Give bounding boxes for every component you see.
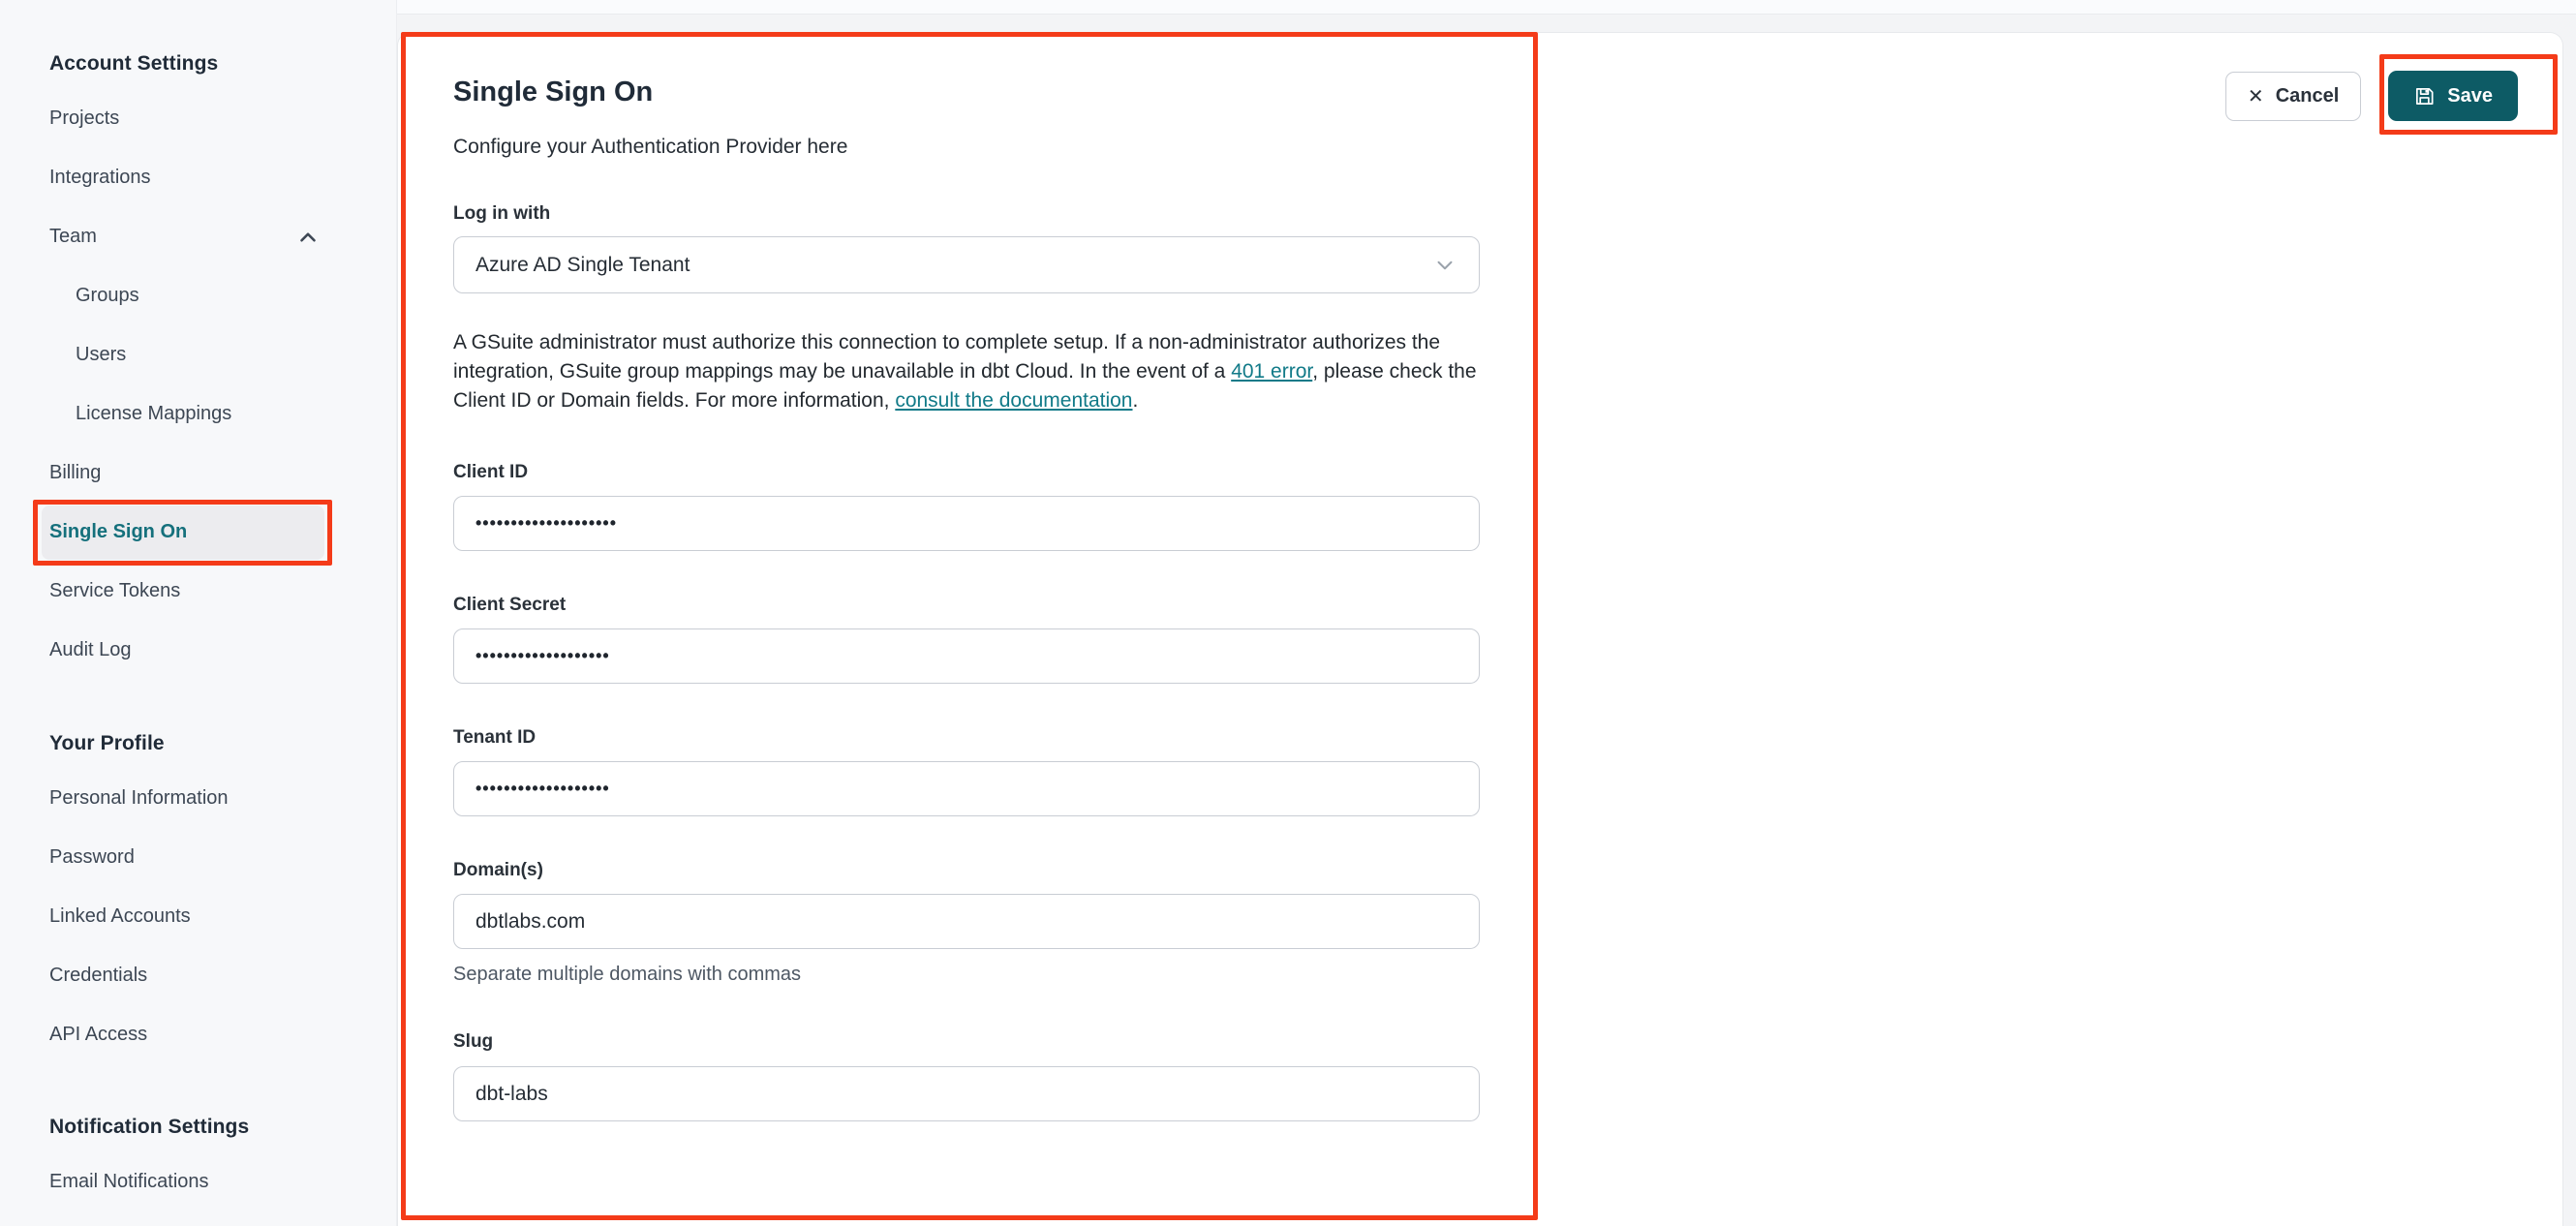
login-with-value: Azure AD Single Tenant [475,253,690,276]
sidebar-heading-account-settings: Account Settings [49,52,219,75]
sidebar-item-users[interactable]: Users [49,325,324,384]
sidebar-item-projects[interactable]: Projects [49,89,324,148]
sidebar-item-linked-accounts[interactable]: Linked Accounts [49,887,324,946]
single-sign-on-panel: Single Sign On Configure your Authentica… [397,32,2563,1226]
sidebar-item-email-notifications[interactable]: Email Notifications [49,1152,324,1211]
client-secret-field[interactable] [453,628,1480,684]
tenant-id-field[interactable] [453,761,1480,816]
chevron-down-icon [1437,261,1453,269]
sidebar-heading-your-profile: Your Profile [49,732,165,754]
client-id-label: Client ID [453,462,529,482]
login-with-label: Log in with [453,203,551,224]
sidebar-item-license-mappings[interactable]: License Mappings [49,384,324,444]
login-with-select[interactable]: Azure AD Single Tenant [453,236,1480,293]
info-link[interactable]: 401 error [1231,360,1312,383]
slug-label: Slug [453,1031,494,1052]
cancel-button[interactable]: ✕ Cancel [2224,71,2362,121]
sidebar-item-integrations[interactable]: Integrations [49,148,324,207]
client-id-field[interactable] [453,496,1480,551]
save-button[interactable]: Save [2388,71,2518,121]
sidebar-item-personal-information[interactable]: Personal Information [49,769,324,828]
sidebar-item-single-sign-on[interactable]: Single Sign On [33,499,332,566]
page-title: Single Sign On [453,77,654,107]
gsuite-info-paragraph: A GSuite administrator must authorize th… [453,328,1486,415]
domains-label: Domain(s) [453,860,543,880]
domains-hint: Separate multiple domains with commas [453,964,802,985]
account-settings-page: Account Settings Projects Integrations T… [0,0,2576,1226]
sidebar-item-credentials[interactable]: Credentials [49,946,324,1005]
sidebar-item-service-tokens[interactable]: Service Tokens [49,562,324,621]
sidebar-item-audit-log[interactable]: Audit Log [49,621,324,680]
slug-field[interactable] [453,1066,1480,1121]
sidebar-item-single-sign-on-row: Single Sign On [33,499,332,566]
sidebar: Account Settings Projects Integrations T… [0,0,397,1226]
save-disk-icon [2416,87,2434,105]
top-strip [397,0,2576,15]
info-text: . [1132,389,1139,412]
chevron-up-icon [300,231,316,242]
sidebar-item-groups[interactable]: Groups [49,266,324,325]
client-secret-label: Client Secret [453,595,567,615]
sidebar-heading-notification-settings: Notification Settings [49,1116,250,1138]
domains-field[interactable] [453,894,1480,949]
tenant-id-label: Tenant ID [453,727,537,748]
close-icon: ✕ [2247,85,2264,107]
sidebar-item-password[interactable]: Password [49,828,324,887]
header-actions: ✕ Cancel Save [2224,71,2518,121]
sidebar-item-api-access[interactable]: API Access [49,1005,324,1064]
info-link[interactable]: consult the documentation [895,389,1132,412]
sidebar-item-team[interactable]: Team [49,207,324,266]
sidebar-item-billing[interactable]: Billing [49,444,324,503]
page-subtitle: Configure your Authentication Provider h… [453,136,848,158]
